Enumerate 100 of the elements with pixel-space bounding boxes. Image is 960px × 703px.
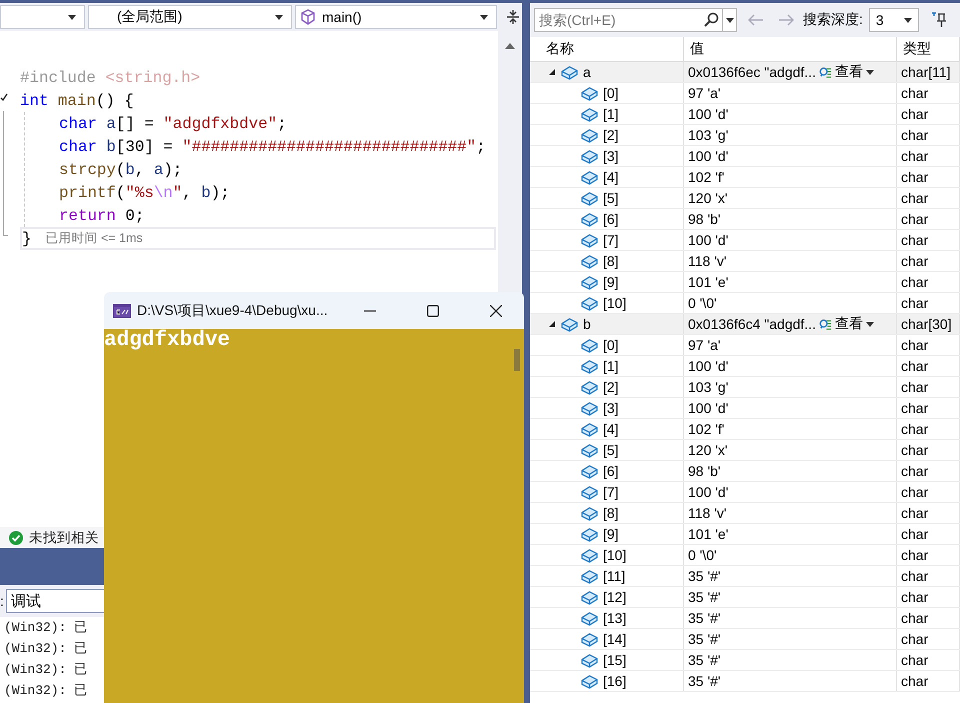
pin-icon[interactable] (930, 12, 947, 28)
variable-icon (580, 254, 599, 268)
variable-name: [2] (603, 127, 619, 143)
variable-value: 100 'd' (688, 232, 728, 248)
variable-type: char (901, 274, 928, 290)
variable-value: 0 '\0' (688, 295, 717, 311)
variable-type: char (901, 169, 928, 185)
variable-name: [13] (603, 610, 626, 626)
variable-name: [7] (603, 232, 619, 248)
caret-icon[interactable] (726, 18, 734, 22)
variable-icon (560, 316, 579, 332)
maximize-icon[interactable] (427, 304, 439, 316)
variable-value: 102 'f' (688, 169, 724, 185)
column-header[interactable]: 类型 (903, 40, 931, 58)
variable-type: char (901, 337, 928, 353)
variable-name: [10] (603, 547, 626, 563)
variable-icon (580, 170, 599, 184)
variable-name: [14] (603, 631, 626, 647)
variable-icon (580, 568, 599, 584)
scrollbar-thumb[interactable] (514, 349, 520, 371)
variable-value: 101 'e' (688, 526, 728, 542)
variable-type: char (901, 589, 928, 605)
caret-icon[interactable] (275, 14, 283, 20)
variable-icon (580, 296, 599, 310)
variable-name: [15] (603, 652, 626, 668)
variable-icon (580, 548, 599, 562)
issues-status[interactable]: 未找到相关 (29, 528, 99, 546)
code-line: } (22, 230, 32, 248)
variable-type: char (901, 547, 928, 563)
window-title: D:\VS\项目\xue9-4\Debug\xu... (137, 302, 328, 320)
variable-type: char (901, 442, 928, 458)
variable-name: a (583, 64, 591, 80)
variable-value: 0x0136f6c4 "adgdf... (688, 316, 816, 332)
search-depth-dropdown[interactable]: 3 (868, 8, 919, 32)
variable-type: char (901, 400, 928, 416)
variable-type: char (901, 85, 928, 101)
variable-type: char (901, 253, 928, 269)
expand-arrow-icon[interactable] (548, 68, 556, 76)
variable-value: 35 '#' (688, 652, 721, 668)
variable-icon (580, 358, 599, 374)
variable-value: 120 'x' (688, 190, 728, 206)
search-dropdown-button[interactable] (723, 8, 737, 32)
variable-icon (580, 464, 599, 478)
variable-type: char (901, 463, 928, 479)
close-icon[interactable] (490, 304, 502, 316)
output-line: (Win32): 已 (4, 620, 88, 635)
variable-type: char (901, 652, 928, 668)
column-header[interactable]: 值 (690, 40, 704, 58)
variable-icon (580, 274, 599, 290)
variable-icon (580, 232, 599, 248)
variable-icon (580, 610, 599, 626)
variable-type: char (901, 673, 928, 689)
variable-name: [7] (603, 484, 619, 500)
variable-name: [12] (603, 589, 626, 605)
member-dropdown[interactable]: main() (295, 5, 497, 29)
variable-value: 0 '\0' (688, 547, 717, 563)
variable-icon (580, 484, 599, 500)
code-line: #include <string.h> (20, 68, 200, 86)
variable-icon (580, 652, 599, 668)
variable-icon (580, 422, 599, 436)
variable-name: [0] (603, 337, 619, 353)
view-button[interactable]: 查看 (834, 63, 863, 81)
code-line: strcpy(b, a); (59, 160, 182, 178)
variable-icon (580, 400, 599, 416)
variable-type: char (901, 631, 928, 647)
variable-value: 35 '#' (688, 589, 721, 605)
variable-type: char (901, 148, 928, 164)
scroll-up-arrow-icon[interactable] (505, 43, 515, 49)
output-line: (Win32): 已 (4, 683, 88, 698)
variable-value: 97 'a' (688, 337, 721, 353)
caret-icon[interactable] (480, 14, 488, 20)
caret-icon[interactable] (866, 322, 874, 326)
expand-arrow-icon[interactable] (548, 320, 556, 328)
caret-icon[interactable] (68, 14, 76, 20)
variable-name: [9] (603, 526, 619, 542)
variable-icon (580, 128, 599, 142)
column-header[interactable]: 名称 (546, 40, 574, 58)
variable-name: [8] (603, 253, 619, 269)
magnifier-list-icon[interactable] (818, 66, 832, 78)
variable-value: 35 '#' (688, 610, 721, 626)
view-button[interactable]: 查看 (834, 315, 863, 333)
variable-type: char[11] (901, 64, 951, 80)
scope-dropdown[interactable]: (全局范围) (88, 5, 292, 29)
check-icon (0, 93, 8, 101)
code-line: printf("%s\n", b); (59, 184, 230, 202)
variable-name: [1] (603, 358, 619, 374)
variable-name: [4] (603, 169, 619, 185)
variable-name: [11] (603, 568, 626, 584)
variable-name: [6] (603, 463, 619, 479)
split-editor-icon[interactable] (506, 9, 520, 25)
magnifier-list-icon[interactable] (818, 318, 832, 330)
variable-icon (580, 338, 599, 352)
caret-icon[interactable] (866, 70, 874, 74)
variable-type: char (901, 295, 928, 311)
source-label: : (0, 593, 4, 609)
variable-name: [2] (603, 379, 619, 395)
variable-type: char (901, 505, 928, 521)
variable-type: char (901, 190, 928, 206)
caret-icon[interactable] (904, 18, 912, 22)
variable-icon (580, 380, 599, 394)
